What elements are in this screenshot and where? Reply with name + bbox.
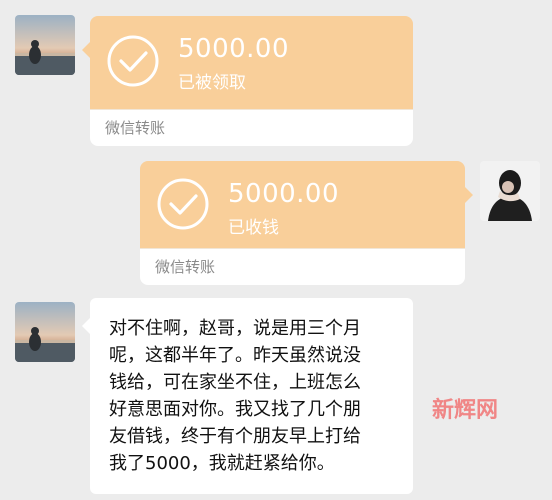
beach-sunset-avatar-image	[15, 15, 75, 75]
beach-sunset-avatar-image	[15, 302, 75, 362]
transfer-amount: 5000.00	[228, 179, 340, 209]
transfer-card-footer: 微信转账	[90, 109, 413, 146]
text-message-bubble[interactable]: 对不住啊，赵哥，说是用三个月 呢，这都半年了。昨天虽然说没 钱给，可在家坐不住，…	[82, 298, 413, 494]
transfer-card-header: 5000.00 已收钱	[140, 161, 465, 249]
message-line: 友借钱，终于有个朋友早上打给	[109, 426, 361, 447]
self-avatar[interactable]	[480, 161, 540, 221]
message-line: 好意思面对你。我又找了几个朋	[109, 399, 361, 420]
person-avatar-image	[480, 161, 540, 221]
contact-avatar[interactable]	[15, 15, 75, 75]
message-line: 钱给，可在家坐不住，上班怎么	[109, 372, 361, 393]
transfer-status: 已被领取	[178, 73, 246, 93]
transfer-type-label: 微信转账	[155, 258, 216, 276]
transfer-card-received[interactable]: 5000.00 已被领取 微信转账	[82, 16, 413, 146]
check-circle-icon	[107, 35, 159, 87]
message-line: 呢，这都半年了。昨天虽然说没	[109, 345, 361, 366]
transfer-card-footer: 微信转账	[140, 248, 465, 285]
transfer-card-header: 5000.00 已被领取	[90, 16, 413, 110]
bubble-tail	[465, 187, 473, 203]
message-line: 我了5000，我就赶紧给你。	[109, 453, 335, 474]
site-watermark: 新辉网	[432, 398, 499, 423]
check-circle-icon	[157, 178, 209, 230]
bubble-tail	[82, 318, 90, 334]
contact-avatar[interactable]	[15, 302, 75, 362]
transfer-status: 已收钱	[228, 218, 279, 238]
transfer-card-accepted[interactable]: 5000.00 已收钱 微信转账	[140, 161, 473, 285]
transfer-type-label: 微信转账	[105, 119, 166, 137]
bubble-tail	[82, 42, 90, 58]
message-line: 对不住啊，赵哥，说是用三个月	[109, 318, 361, 339]
transfer-amount: 5000.00	[178, 34, 290, 64]
